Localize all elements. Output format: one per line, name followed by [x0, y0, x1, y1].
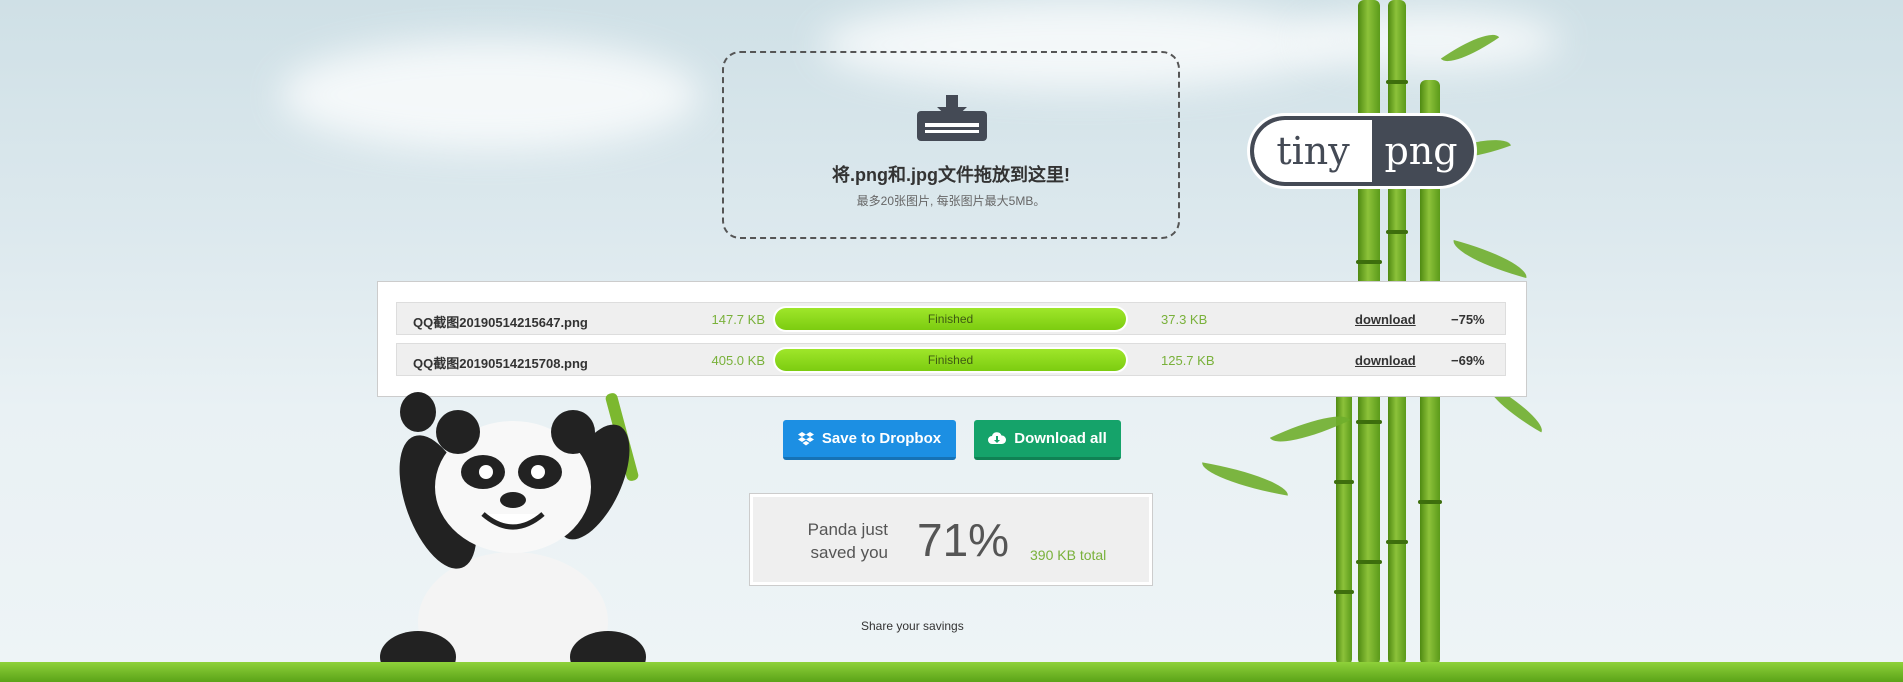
original-size: 405.0 KB	[711, 353, 766, 368]
progress-status: Finished	[927, 353, 974, 367]
download-all-label: Download all	[1014, 430, 1107, 447]
savings-percent: −75%	[1451, 312, 1485, 327]
logo-text-tiny: tiny	[1254, 120, 1372, 182]
grass-decoration	[0, 662, 1903, 682]
save-to-dropbox-button[interactable]: Save to Dropbox	[783, 420, 956, 460]
savings-message: Panda just saved you	[807, 520, 888, 562]
original-size: 147.7 KB	[711, 312, 766, 327]
download-all-button[interactable]: Download all	[974, 420, 1121, 460]
upload-dropzone[interactable]: 将.png和.jpg文件拖放到这里! 最多20张图片, 每张图片最大5MB。	[722, 51, 1180, 239]
cloud-decoration	[280, 40, 700, 150]
progress-bar: Finished	[773, 306, 1128, 332]
file-row: QQ截图20190514215708.png 405.0 KB Finished…	[396, 343, 1506, 376]
progress-status: Finished	[927, 312, 974, 326]
save-to-dropbox-label: Save to Dropbox	[821, 430, 942, 447]
share-savings-link[interactable]: Share your savings	[861, 619, 964, 633]
download-tray-icon	[917, 95, 987, 141]
panda-mascot	[380, 392, 646, 682]
dropzone-title: 将.png和.jpg文件拖放到这里!	[832, 165, 1070, 185]
cloud-download-icon	[988, 431, 1007, 444]
file-name: QQ截图20190514215708.png	[413, 356, 588, 371]
savings-percent-total: 71%	[917, 514, 1010, 566]
file-list: QQ截图20190514215647.png 147.7 KB Finished…	[377, 281, 1527, 397]
compressed-size: 37.3 KB	[1161, 312, 1208, 327]
tinypng-logo[interactable]: tiny png	[1250, 116, 1474, 186]
download-link[interactable]: download	[1355, 353, 1416, 368]
savings-total-size: 390 KB total	[1030, 547, 1107, 563]
file-row: QQ截图20190514215647.png 147.7 KB Finished…	[396, 302, 1506, 335]
progress-fill: Finished	[775, 308, 1126, 330]
savings-summary: Panda just saved you 71% 390 KB total	[749, 493, 1153, 586]
progress-fill: Finished	[775, 349, 1126, 371]
savings-percent: −69%	[1451, 353, 1485, 368]
logo-text-png: png	[1384, 129, 1458, 173]
dropbox-icon	[797, 431, 814, 445]
cloud-decoration	[1300, 10, 1560, 70]
dropzone-subtitle: 最多20张图片, 每张图片最大5MB。	[856, 194, 1046, 208]
download-link[interactable]: download	[1355, 312, 1416, 327]
compressed-size: 125.7 KB	[1161, 353, 1215, 368]
file-name: QQ截图20190514215647.png	[413, 315, 588, 330]
progress-bar: Finished	[773, 347, 1128, 373]
